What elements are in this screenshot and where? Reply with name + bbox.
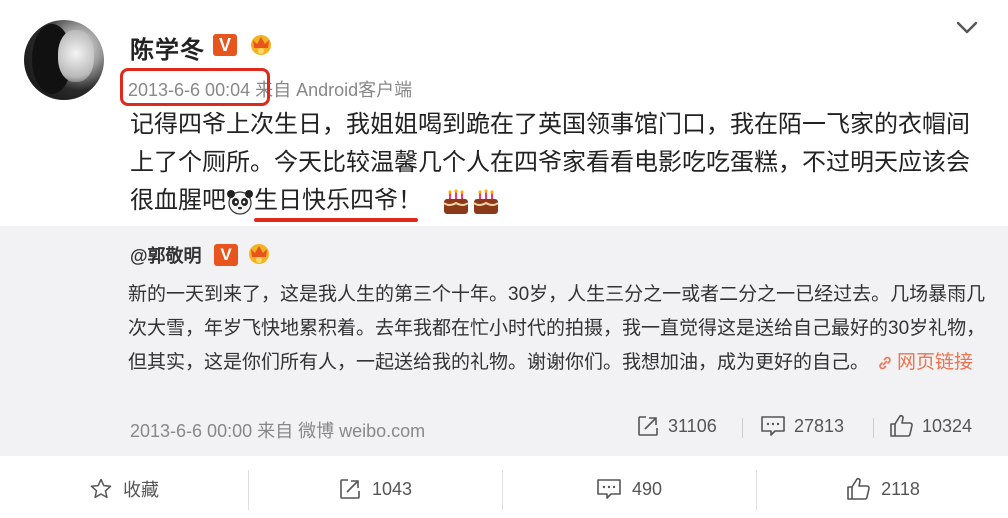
repost-button[interactable]: 1043: [249, 460, 501, 518]
crown-badge-icon: [249, 244, 269, 264]
divider: [873, 418, 874, 438]
crown-badge-icon: [251, 35, 271, 55]
comment-icon: [761, 416, 785, 436]
repost-like-count[interactable]: 10324: [888, 414, 972, 438]
share-icon: [340, 479, 360, 499]
repost-content: 新的一天到来了，这是我人生的第三个十年。30岁，人生三分之一或者二分之一已经过去…: [128, 278, 988, 380]
avatar[interactable]: [24, 20, 104, 100]
post-content: 记得四爷上次生日，我姐姐喝到跪在了英国领事馆门口，我在陌一飞家的衣帽间 上了个厕…: [130, 106, 990, 220]
cake-emoji: [443, 189, 469, 214]
thumbs-up-icon: [847, 477, 870, 500]
thumbs-up-icon: [890, 414, 913, 437]
content-line-2: 上了个厕所。今天比较温馨几个人在四爷家看看电影吃吃蛋糕，不过明天应该会: [130, 149, 970, 176]
content-text: 很血腥吧: [130, 187, 226, 214]
favorite-button[interactable]: 收藏: [0, 460, 248, 518]
web-link[interactable]: 网页链接: [877, 352, 973, 373]
link-icon: [879, 356, 891, 370]
verified-badge: V: [214, 244, 238, 266]
web-link-label: 网页链接: [897, 352, 974, 373]
cake-emoji: [473, 189, 499, 214]
content-line-3: 很血腥吧 生日快乐四爷！: [130, 182, 990, 220]
weibo-post: 陈学冬 V 2013-6-6 00:04 来自 Android客户端 记得四爷上…: [0, 0, 1008, 518]
comment-icon: [597, 479, 621, 499]
divider: [742, 418, 743, 438]
repost-repost-count[interactable]: 31106: [636, 414, 717, 438]
repost-comment-count[interactable]: 27813: [760, 414, 844, 438]
highlighted-birthday-text: 生日快乐四爷！: [254, 187, 422, 214]
panda-emoji: [227, 189, 253, 215]
like-button[interactable]: 2118: [757, 460, 1008, 518]
repost-meta[interactable]: 2013-6-6 00:00 来自 微博 weibo.com: [130, 417, 425, 443]
timestamp-highlight: [120, 68, 270, 106]
post-username[interactable]: 陈学冬: [130, 30, 205, 65]
repost-username[interactable]: @郭敬明: [130, 242, 202, 268]
star-icon: [90, 478, 112, 499]
comment-button[interactable]: 490: [503, 460, 755, 518]
content-line-1: 记得四爷上次生日，我姐姐喝到跪在了英国领事馆门口，我在陌一飞家的衣帽间: [130, 111, 970, 138]
share-icon: [638, 416, 658, 436]
chevron-down-icon[interactable]: [955, 20, 979, 36]
repost-text: 新的一天到来了，这是我人生的第三个十年。30岁，人生三分之一或者二分之一已经过去…: [128, 284, 986, 373]
post-source: 来自 Android客户端: [255, 80, 413, 100]
verified-badge: V: [213, 34, 237, 56]
